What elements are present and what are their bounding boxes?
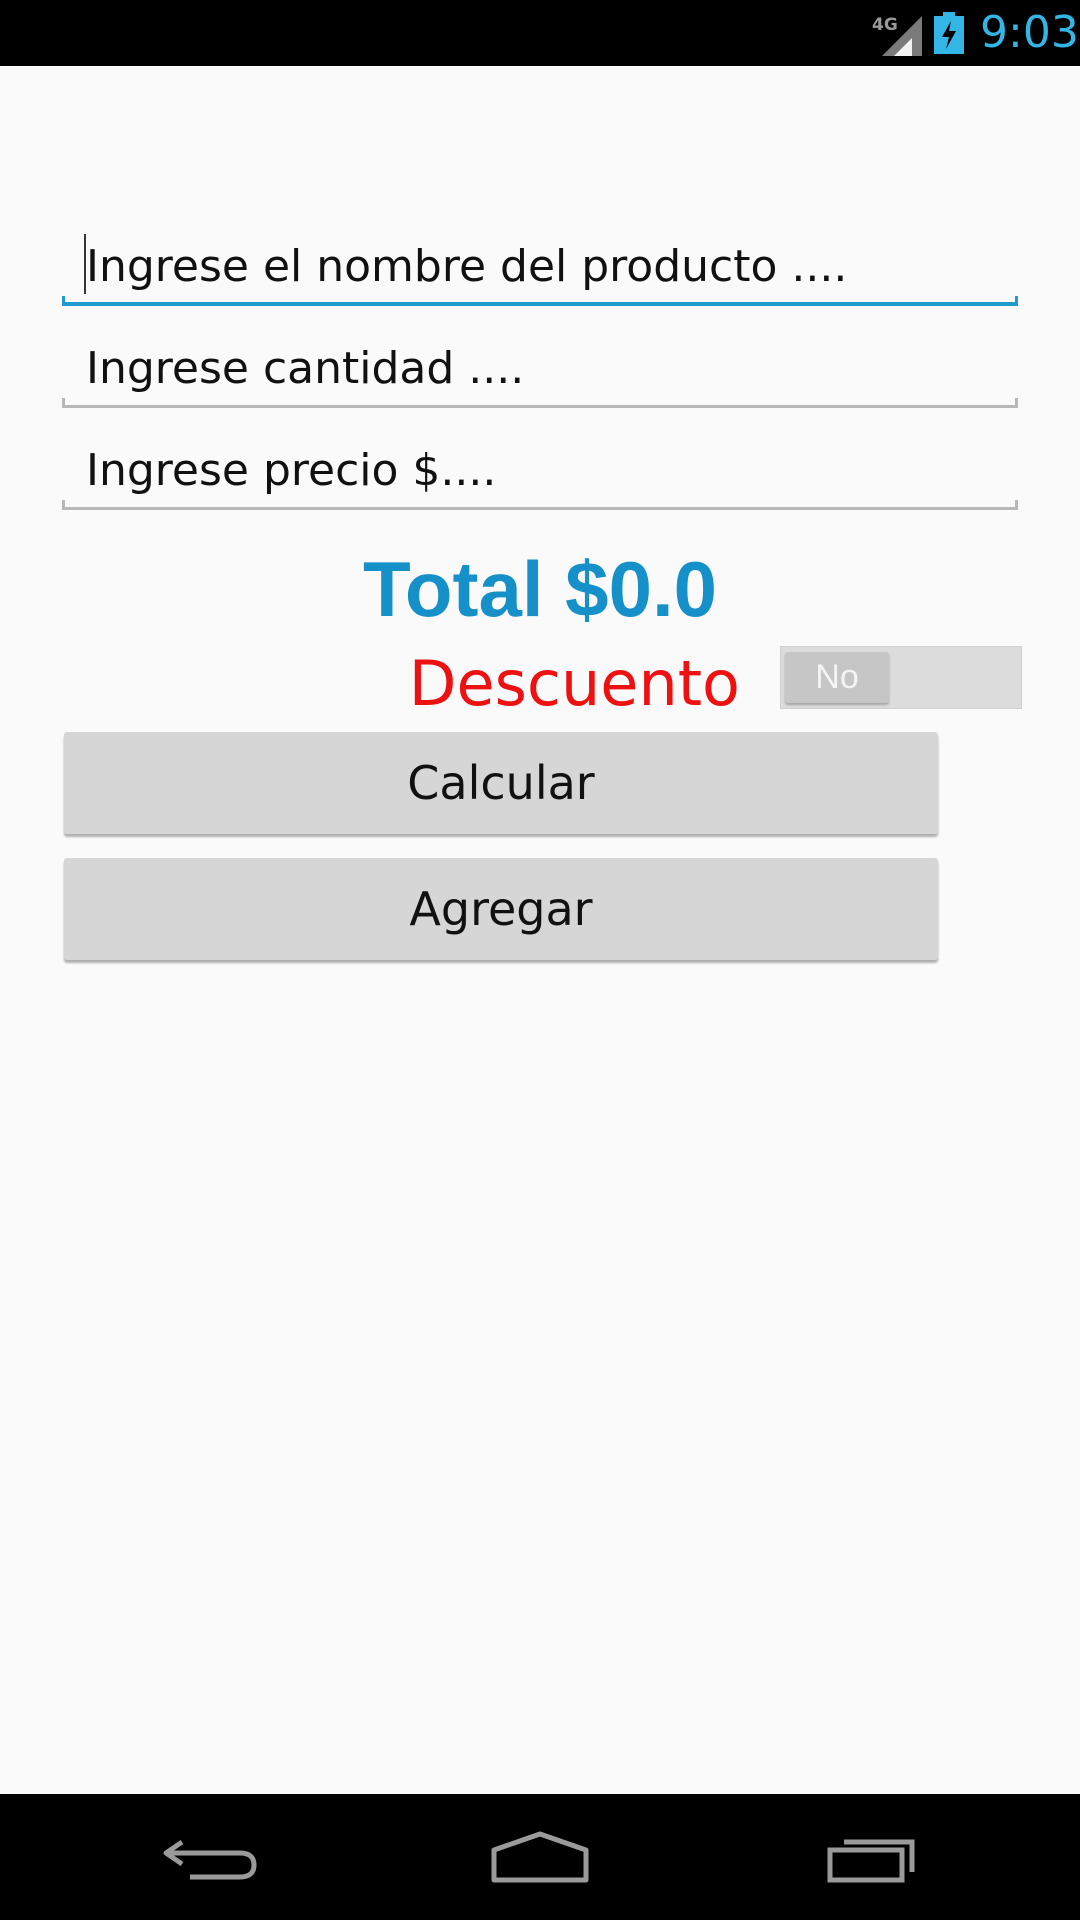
navigation-bar (0, 1794, 1080, 1920)
input-underline (62, 500, 1018, 510)
main-content: Ingrese el nombre del producto .... Ingr… (0, 66, 1080, 1794)
switch-thumb: No (785, 652, 889, 703)
discount-label: Descuento (408, 647, 740, 720)
svg-text:4G: 4G (872, 15, 898, 35)
product-name-input[interactable]: Ingrese el nombre del producto .... (62, 226, 1018, 306)
home-icon[interactable] (480, 1822, 600, 1892)
product-name-placeholder: Ingrese el nombre del producto .... (86, 241, 848, 292)
price-input[interactable]: Ingrese precio $.... (62, 430, 1018, 510)
price-placeholder: Ingrese precio $.... (86, 445, 497, 496)
input-underline (62, 296, 1018, 306)
signal-icon: 4G (872, 15, 922, 56)
calculate-button[interactable]: Calcular (64, 732, 938, 834)
recents-icon[interactable] (810, 1822, 930, 1892)
add-button[interactable]: Agregar (64, 858, 938, 960)
input-underline (62, 398, 1018, 408)
total-label: Total $0.0 (362, 545, 717, 633)
status-bar: 4G 9:03 (0, 0, 1080, 66)
back-icon[interactable] (150, 1822, 270, 1892)
battery-charging-icon (934, 12, 964, 54)
discount-switch[interactable]: No (780, 646, 1022, 709)
status-clock: 9:03 (980, 7, 1079, 58)
quantity-input[interactable]: Ingrese cantidad .... (62, 328, 1018, 408)
quantity-placeholder: Ingrese cantidad .... (86, 343, 525, 394)
